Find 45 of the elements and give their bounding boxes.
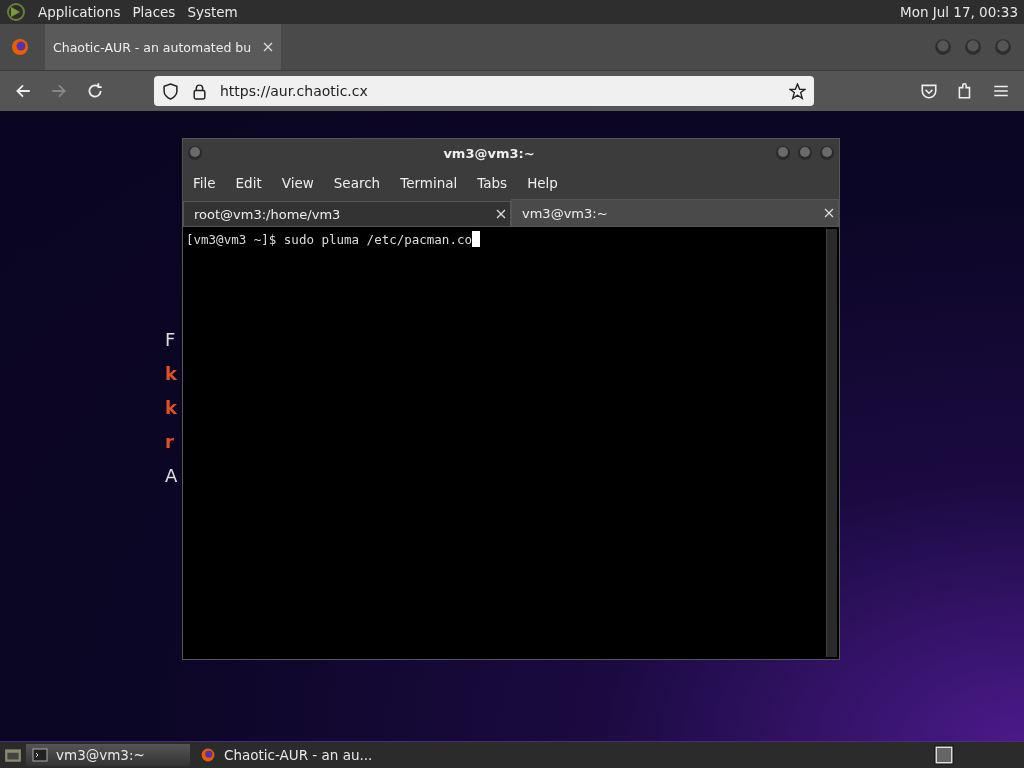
page-text: k <box>165 363 178 385</box>
taskbar-item[interactable]: Chaotic-AUR - an au... <box>194 744 394 766</box>
address-bar[interactable]: https://aur.chaotic.cx <box>154 76 814 106</box>
show-desktop-icon[interactable] <box>4 746 22 764</box>
page-text: A <box>165 465 179 487</box>
page-text: k <box>165 397 178 419</box>
menu-item[interactable]: Terminal <box>400 175 458 191</box>
back-icon[interactable] <box>14 82 32 100</box>
menu-item[interactable]: Edit <box>235 175 262 191</box>
pocket-icon[interactable] <box>920 82 938 100</box>
shield-icon[interactable] <box>162 82 179 100</box>
menu-item[interactable]: Help <box>527 175 558 191</box>
menu-item[interactable]: View <box>281 175 314 191</box>
logo-icon[interactable] <box>6 2 26 22</box>
browser-tab[interactable]: Chaotic-AUR - an automated bu <box>45 24 281 70</box>
firefox-icon[interactable] <box>10 37 30 57</box>
panel-menu[interactable]: Applications <box>38 4 121 20</box>
page-text: r <box>165 431 175 453</box>
terminal-line: [vm3@vm3 ~]$ sudo pluma /etc/pacman.co <box>186 231 472 247</box>
firefox-icon <box>200 747 216 763</box>
window-control-icon[interactable] <box>819 145 835 161</box>
clock[interactable]: Mon Jul 17, 00:33 <box>900 4 1018 20</box>
workspace-icon[interactable] <box>934 745 954 765</box>
window-control-icon[interactable] <box>797 145 813 161</box>
terminal-tab[interactable]: vm3@vm3:~ <box>511 199 839 227</box>
page-text: F <box>165 329 177 351</box>
panel-menu[interactable]: Places <box>132 4 176 20</box>
scrollbar[interactable] <box>826 229 837 657</box>
menu-item[interactable]: File <box>193 175 216 191</box>
menu-item[interactable]: Search <box>333 175 381 191</box>
text-cursor <box>472 231 480 247</box>
close-icon[interactable] <box>824 208 834 218</box>
close-icon[interactable] <box>263 42 273 52</box>
lock-icon[interactable] <box>191 82 208 100</box>
taskbar-item[interactable]: vm3@vm3:~ <box>26 744 190 766</box>
terminal-tab[interactable]: root@vm3:/home/vm3 <box>183 201 511 227</box>
window-menu-icon[interactable] <box>187 145 203 161</box>
window-title: vm3@vm3:~ <box>442 145 536 161</box>
terminal-icon <box>32 747 48 763</box>
close-icon[interactable] <box>496 209 506 219</box>
star-icon[interactable] <box>789 82 806 100</box>
menu-item[interactable]: Tabs <box>477 175 508 191</box>
reload-icon[interactable] <box>86 82 104 100</box>
panel-menu[interactable]: System <box>187 4 238 20</box>
window-control-icon[interactable] <box>775 145 791 161</box>
